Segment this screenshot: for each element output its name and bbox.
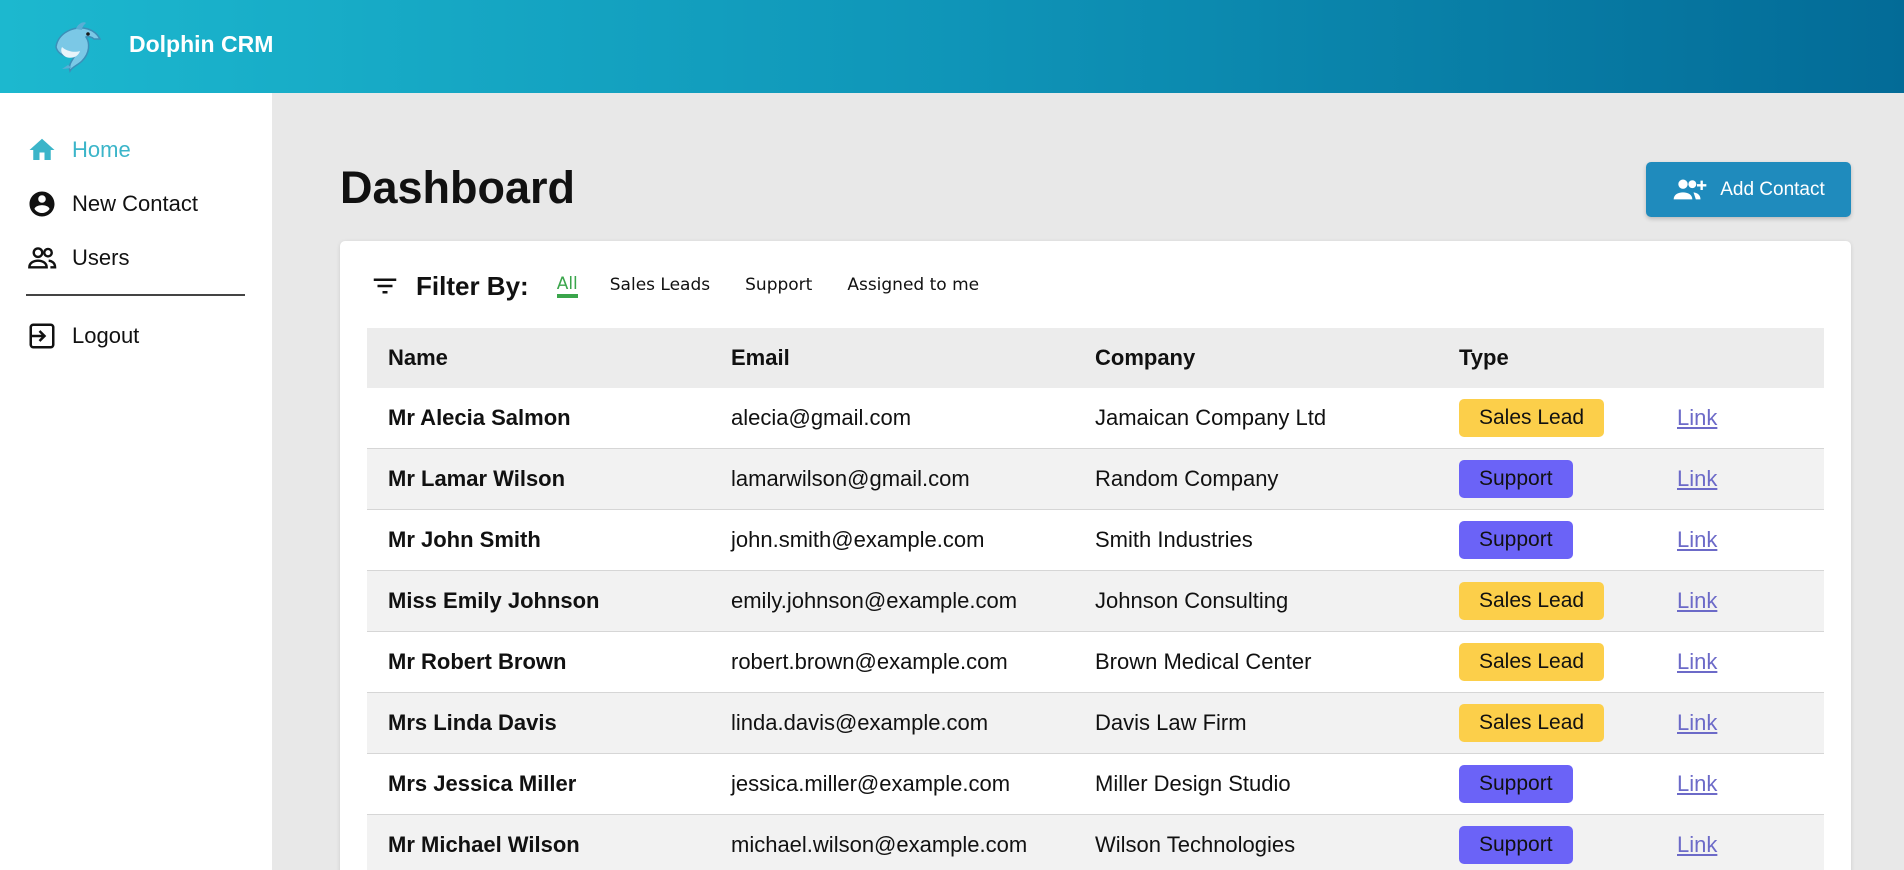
page-title: Dashboard [340, 162, 576, 213]
home-icon [26, 134, 58, 166]
table-row: Mrs Jessica Miller jessica.miller@exampl… [367, 754, 1824, 815]
contact-link[interactable]: Link [1677, 771, 1717, 796]
app-title: Dolphin CRM [129, 31, 274, 57]
contact-name: Mrs Linda Davis [388, 710, 557, 735]
contact-company: Jamaican Company Ltd [1095, 405, 1327, 430]
contact-name: Mr Lamar Wilson [388, 466, 566, 491]
sidebar-item-users[interactable]: Users [26, 241, 129, 275]
contact-company: Smith Industries [1095, 527, 1253, 552]
type-badge: Support [1459, 460, 1573, 498]
filter-all[interactable]: All [556, 274, 578, 298]
table-header-row: Name Email Company Type [367, 328, 1824, 388]
contact-name: Mr Michael Wilson [388, 832, 580, 857]
sidebar-item-label: New Contact [72, 191, 198, 216]
sidebar-item-label: Home [72, 137, 131, 162]
account-circle-icon [26, 188, 58, 220]
table-row: Mr Robert Brown robert.brown@example.com… [367, 632, 1824, 693]
contact-company: Random Company [1095, 466, 1279, 491]
header-company: Company [1095, 345, 1196, 370]
contact-link[interactable]: Link [1677, 405, 1717, 430]
filter-assigned-to-me[interactable]: Assigned to me [847, 275, 979, 298]
contact-email: emily.johnson@example.com [731, 588, 1018, 613]
dolphin-logo-icon [55, 22, 102, 73]
type-badge: Sales Lead [1459, 643, 1605, 681]
contact-email: john.smith@example.com [731, 527, 985, 552]
contact-company: Davis Law Firm [1095, 710, 1247, 735]
contact-email: michael.wilson@example.com [731, 832, 1028, 857]
filter-support[interactable]: Support [745, 275, 812, 298]
contact-link[interactable]: Link [1677, 649, 1717, 674]
contact-email: lamarwilson@gmail.com [731, 466, 970, 491]
contact-link[interactable]: Link [1677, 466, 1717, 491]
sidebar: Home New Contact Users Logout [0, 93, 272, 870]
filter-bar: Filter By: All Sales Leads Support Assig… [370, 269, 1014, 303]
header-type: Type [1459, 345, 1509, 370]
sidebar-item-home[interactable]: Home [26, 133, 131, 167]
add-user-icon [1672, 176, 1708, 204]
contact-email: jessica.miller@example.com [731, 771, 1011, 796]
contact-company: Miller Design Studio [1095, 771, 1291, 796]
sidebar-item-label: Users [72, 245, 130, 270]
contact-link[interactable]: Link [1677, 588, 1717, 613]
contact-name: Mr Alecia Salmon [388, 405, 571, 430]
contact-name: Mrs Jessica Miller [388, 771, 577, 796]
top-header: Dolphin CRM [0, 0, 1904, 93]
table-row: Mr Michael Wilson michael.wilson@example… [367, 815, 1824, 870]
contacts-card: Filter By: All Sales Leads Support Assig… [340, 241, 1851, 870]
header-email: Email [731, 345, 790, 370]
contact-link[interactable]: Link [1677, 832, 1717, 857]
sidebar-divider [26, 294, 245, 296]
contact-link[interactable]: Link [1677, 710, 1717, 735]
contact-name: Mr Robert Brown [388, 649, 567, 674]
contact-company: Brown Medical Center [1095, 649, 1312, 674]
table-row: Mr John Smith john.smith@example.com Smi… [367, 510, 1824, 571]
contact-email: robert.brown@example.com [731, 649, 1008, 674]
type-badge: Sales Lead [1459, 704, 1605, 742]
filter-sales-leads[interactable]: Sales Leads [610, 275, 710, 298]
type-badge: Support [1459, 521, 1573, 559]
table-row: Miss Emily Johnson emily.johnson@example… [367, 571, 1824, 632]
sidebar-item-logout[interactable]: Logout [26, 319, 139, 353]
filter-label: Filter By: [416, 270, 529, 301]
contact-email: alecia@gmail.com [731, 405, 912, 430]
sidebar-item-label: Logout [72, 323, 140, 348]
type-badge: Sales Lead [1459, 399, 1605, 437]
header-name: Name [388, 345, 448, 370]
sidebar-item-new-contact[interactable]: New Contact [26, 187, 198, 221]
add-contact-button[interactable]: Add Contact [1646, 162, 1851, 217]
table-row: Mr Lamar Wilson lamarwilson@gmail.com Ra… [367, 449, 1824, 510]
contact-link[interactable]: Link [1677, 527, 1717, 552]
contacts-table: Name Email Company Type Mr Alecia Salmon… [367, 328, 1824, 870]
table-row: Mrs Linda Davis linda.davis@example.com … [367, 693, 1824, 754]
contact-name: Miss Emily Johnson [388, 588, 600, 613]
type-badge: Support [1459, 826, 1573, 864]
add-contact-label: Add Contact [1720, 178, 1825, 200]
filter-icon [370, 271, 400, 301]
contact-name: Mr John Smith [388, 527, 541, 552]
contact-company: Johnson Consulting [1095, 588, 1289, 613]
contact-email: linda.davis@example.com [731, 710, 989, 735]
table-row: Mr Alecia Salmon alecia@gmail.com Jamaic… [367, 388, 1824, 449]
type-badge: Sales Lead [1459, 582, 1605, 620]
contact-company: Wilson Technologies [1095, 832, 1296, 857]
type-badge: Support [1459, 765, 1573, 803]
users-icon [26, 242, 58, 274]
logout-icon [26, 320, 58, 352]
